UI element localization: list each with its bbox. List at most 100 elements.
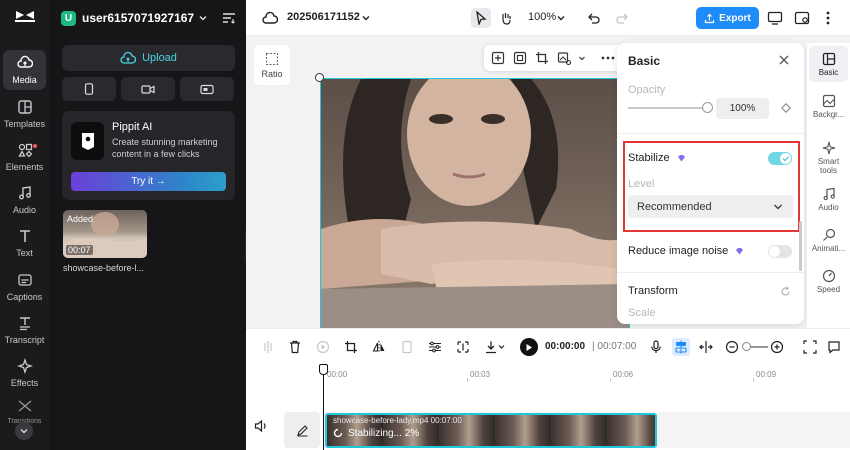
replace-media-icon[interactable] (490, 50, 506, 66)
video-preview[interactable] (320, 78, 630, 330)
export-button[interactable]: Export (696, 7, 759, 29)
rail-item-audio[interactable]: Audio (3, 180, 46, 220)
opacity-slider[interactable] (628, 107, 708, 109)
select-pointer-icon[interactable] (471, 8, 491, 28)
media-thumbnail[interactable]: Added 00:07 (63, 210, 147, 258)
level-select[interactable]: Recommended (628, 195, 793, 218)
playhead-handle[interactable] (319, 364, 328, 375)
workspace-switcher[interactable]: U user6157071927167'... (61, 8, 241, 28)
undo-icon[interactable] (584, 8, 604, 28)
comment-icon[interactable] (825, 338, 843, 356)
project-name[interactable]: 202506171152 (287, 11, 360, 23)
right-rail-label: Audio (818, 202, 839, 212)
rail-label: Media (12, 75, 37, 85)
zoom-out-icon[interactable] (723, 338, 741, 356)
cover-edit-button[interactable] (284, 412, 320, 448)
rail-collapse-button[interactable] (15, 422, 33, 440)
reduce-noise-toggle[interactable] (768, 245, 792, 258)
play-button[interactable] (520, 338, 538, 356)
rail-item-media[interactable]: Media (3, 50, 46, 90)
chevron-down-icon[interactable] (356, 8, 376, 28)
right-rail: Basic Backgr... Smart tools Audio Animat… (807, 43, 850, 328)
rail-item-captions[interactable]: Captions (3, 267, 46, 307)
capcut-logo-icon[interactable] (13, 6, 37, 26)
level-value: Recommended (637, 200, 712, 213)
crop-icon[interactable] (342, 338, 360, 356)
video-camera-icon (141, 84, 155, 94)
pippit-promo-card: Pippit AI Create stunning marketing cont… (62, 111, 235, 200)
ruler-tick (610, 378, 611, 382)
right-rail-animation[interactable]: Animati... (809, 222, 848, 258)
edit-pencil-icon (296, 424, 308, 437)
hand-pan-icon[interactable] (496, 8, 516, 28)
right-rail-audio[interactable]: Audio (809, 181, 848, 217)
chevron-down-icon[interactable] (551, 8, 571, 28)
mute-audio-icon[interactable] (254, 420, 268, 432)
panel-scrollbar[interactable] (799, 221, 802, 271)
redo-icon[interactable] (612, 8, 632, 28)
right-rail-basic[interactable]: Basic (809, 46, 848, 82)
right-rail-smart-tools[interactable]: Smart tools (809, 137, 848, 179)
layout-panel-icon[interactable] (792, 8, 812, 28)
menu-sort-icon[interactable] (222, 12, 236, 24)
right-rail-speed[interactable]: Speed (809, 263, 848, 299)
video-frame-image-icon (321, 79, 629, 329)
playhead[interactable] (323, 372, 324, 450)
more-options-icon[interactable] (600, 50, 616, 66)
close-icon[interactable] (779, 55, 789, 65)
rail-item-elements[interactable]: Elements (3, 137, 46, 177)
phone-import-button[interactable] (62, 77, 116, 101)
cloud-save-icon[interactable] (260, 8, 280, 28)
rail-item-transcript[interactable]: Transcript (3, 310, 46, 350)
right-rail-background[interactable]: Backgr... (809, 88, 848, 124)
delete-icon[interactable] (286, 338, 304, 356)
opacity-slider-handle[interactable] (702, 102, 713, 113)
timeline-zoom-handle[interactable] (742, 342, 751, 351)
split-icon[interactable] (259, 338, 277, 356)
download-dropdown-icon[interactable] (482, 338, 508, 356)
promo-title: Pippit AI (112, 121, 153, 133)
ruler-tick (753, 378, 754, 382)
auto-reframe-icon[interactable] (454, 338, 472, 356)
keyframe-diamond-icon[interactable] (781, 103, 791, 113)
opacity-value[interactable]: 100% (716, 98, 769, 119)
mirror-icon[interactable] (398, 338, 416, 356)
fit-timeline-icon[interactable] (801, 338, 819, 356)
upload-button[interactable]: Upload (62, 45, 235, 71)
record-video-button[interactable] (121, 77, 175, 101)
ruler-label: 00:03 (470, 370, 491, 379)
monitor-preview-icon[interactable] (765, 8, 785, 28)
templates-icon (17, 100, 32, 114)
ruler-label: 00:09 (756, 370, 777, 379)
frame-resize-handle[interactable] (315, 73, 324, 82)
background-icon (822, 94, 835, 107)
elements-icon (17, 143, 32, 158)
ratio-label: Ratio (261, 68, 283, 79)
stabilize-toggle[interactable] (768, 152, 792, 165)
rail-item-templates[interactable]: Templates (3, 94, 46, 134)
auto-snap-icon[interactable] (672, 338, 690, 356)
export-upload-icon (705, 13, 715, 23)
reset-icon[interactable] (780, 286, 791, 297)
right-rail-label: Basic (818, 67, 839, 77)
adjust-image-icon[interactable] (556, 50, 572, 66)
rail-item-effects[interactable]: Effects (3, 353, 46, 393)
upload-label: Upload (142, 52, 177, 64)
rail-item-text[interactable]: Text (3, 223, 46, 263)
adjust-sliders-icon[interactable] (426, 338, 444, 356)
microphone-icon[interactable] (647, 338, 665, 356)
chevron-down-icon (774, 204, 782, 210)
freeze-frame-icon[interactable] (314, 338, 332, 356)
split-track-icon[interactable] (697, 338, 715, 356)
chevron-down-icon[interactable] (578, 50, 586, 66)
section-divider (617, 272, 804, 273)
ratio-button[interactable]: Ratio (254, 45, 290, 85)
screen-record-button[interactable] (180, 77, 234, 101)
smart-crop-icon[interactable] (512, 50, 528, 66)
more-options-icon[interactable] (818, 8, 838, 28)
zoom-in-icon[interactable] (768, 338, 786, 356)
video-clip[interactable]: showcase-before-lady.mp4 00:07:00 Stabil… (325, 413, 657, 448)
flip-icon[interactable] (370, 338, 388, 356)
crop-icon[interactable] (534, 50, 550, 66)
try-it-button[interactable]: Try it → (71, 172, 226, 191)
